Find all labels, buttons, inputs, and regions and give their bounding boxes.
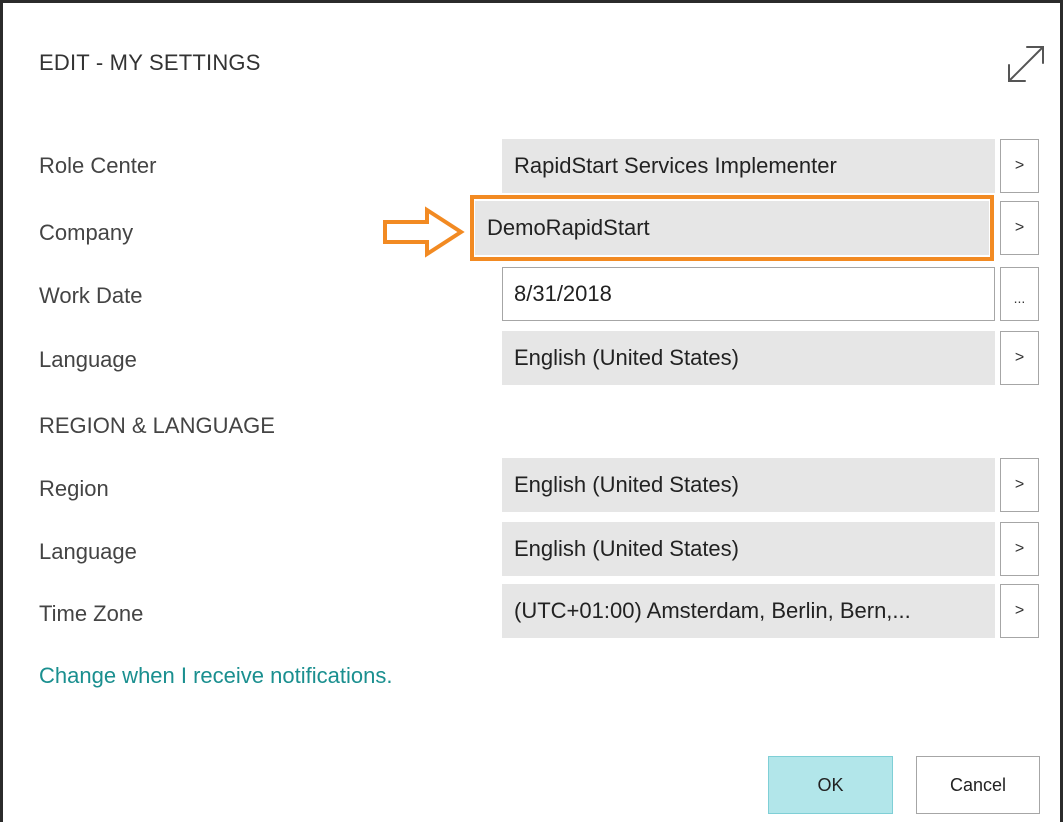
company-label: Company <box>39 220 134 245</box>
my-settings-dialog: EDIT - MY SETTINGS Role Center RapidStar… <box>0 0 1063 822</box>
dialog-title: EDIT - MY SETTINGS <box>39 50 261 75</box>
ok-button[interactable]: OK <box>768 756 893 814</box>
region-language-label: Language <box>39 539 137 564</box>
work-date-picker-button[interactable]: ... <box>1000 267 1039 321</box>
cancel-button[interactable]: Cancel <box>916 756 1040 814</box>
work-date-input[interactable]: 8/31/2018 <box>502 267 995 321</box>
role-center-label: Role Center <box>39 153 157 178</box>
role-center-field[interactable]: RapidStart Services Implementer <box>502 139 995 193</box>
company-lookup-button[interactable]: > <box>1000 201 1039 255</box>
region-field[interactable]: English (United States) <box>502 458 995 512</box>
time-zone-field[interactable]: (UTC+01:00) Amsterdam, Berlin, Bern,... <box>502 584 995 638</box>
region-label: Region <box>39 476 109 501</box>
language-label: Language <box>39 347 137 372</box>
region-language-lookup-button[interactable]: > <box>1000 522 1039 576</box>
language-field[interactable]: English (United States) <box>502 331 995 385</box>
region-language-section-title: REGION & LANGUAGE <box>39 413 275 438</box>
company-field[interactable]: DemoRapidStart <box>475 201 989 255</box>
change-notifications-link[interactable]: Change when I receive notifications. <box>39 663 392 689</box>
expand-icon[interactable] <box>1003 41 1049 87</box>
time-zone-lookup-button[interactable]: > <box>1000 584 1039 638</box>
region-lookup-button[interactable]: > <box>1000 458 1039 512</box>
language-lookup-button[interactable]: > <box>1000 331 1039 385</box>
work-date-label: Work Date <box>39 283 143 308</box>
region-language-field[interactable]: English (United States) <box>502 522 995 576</box>
outline-arrow-right-icon <box>383 206 465 258</box>
role-center-lookup-button[interactable]: > <box>1000 139 1039 193</box>
time-zone-label: Time Zone <box>39 601 144 626</box>
